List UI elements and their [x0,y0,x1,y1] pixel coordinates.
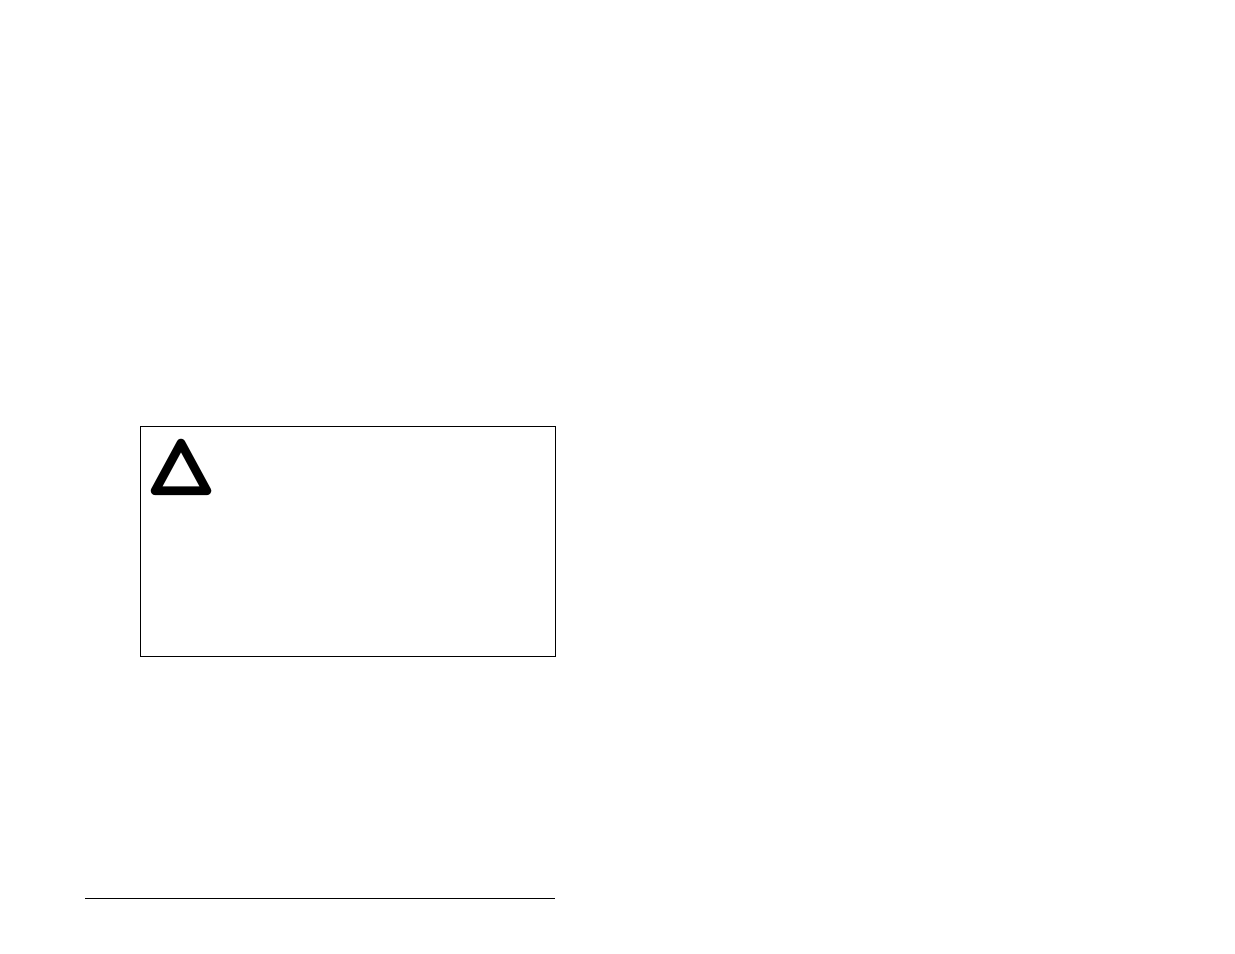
horizontal-divider [85,898,555,899]
triangle-icon [147,435,215,503]
bordered-box [140,426,556,657]
